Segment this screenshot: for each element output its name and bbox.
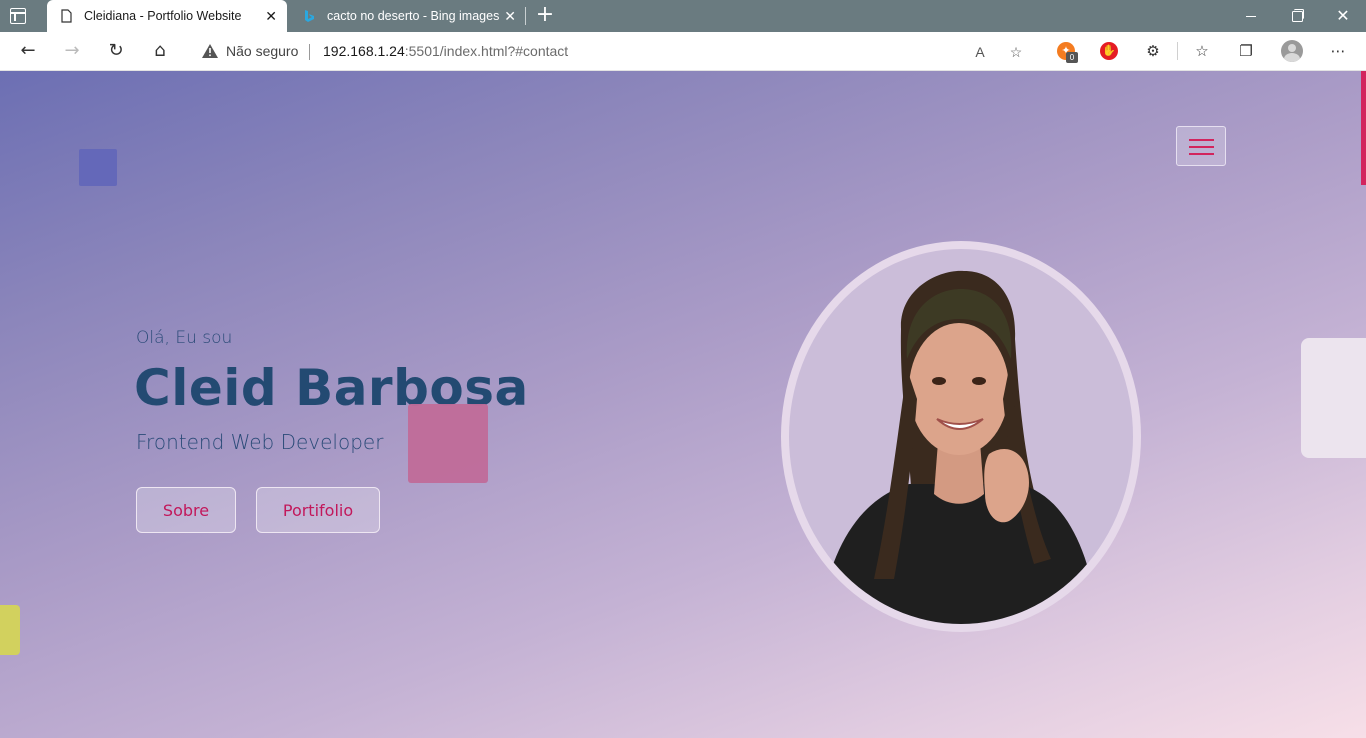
warning-icon (202, 44, 218, 58)
bing-icon (305, 10, 314, 22)
toolbar-divider (1177, 42, 1178, 60)
address-divider (309, 44, 310, 60)
tab-portfolio[interactable]: Cleidiana - Portfolio Website ✕ (47, 0, 287, 32)
add-favorite-icon[interactable]: ☆ (1006, 42, 1026, 62)
home-icon[interactable]: ⌂ (148, 39, 172, 63)
extension-badge: 0 (1066, 52, 1078, 63)
hamburger-menu-button[interactable] (1176, 126, 1226, 166)
portfolio-button[interactable]: Portifolio (256, 487, 380, 533)
decorative-square (79, 149, 117, 186)
close-tab-icon[interactable]: ✕ (504, 8, 516, 24)
restore-icon[interactable] (1274, 0, 1320, 32)
forward-icon[interactable]: → (60, 39, 84, 63)
hero-section: Olá, Eu sou Cleid Barbosa Frontend Web D… (0, 71, 1366, 738)
back-icon[interactable]: ← (16, 39, 40, 63)
collections-icon[interactable]: ❐ (1235, 40, 1257, 62)
tab-bing[interactable]: cacto no deserto - Bing images ✕ (290, 0, 526, 32)
tab-actions-icon[interactable] (10, 8, 26, 24)
security-label[interactable]: Não seguro (226, 43, 298, 59)
refresh-icon[interactable]: ↻ (104, 39, 128, 63)
menu-bar (1189, 153, 1214, 155)
tab-title: Cleidiana - Portfolio Website (84, 9, 242, 23)
url-host: 192.168.1.24 (323, 43, 405, 59)
url-path: :5501/index.html?#contact (404, 43, 569, 59)
browser-tab-bar: Cleidiana - Portfolio Website ✕ cacto no… (0, 0, 1366, 32)
minimize-icon[interactable] (1228, 0, 1274, 32)
menu-bar (1189, 146, 1214, 148)
browser-toolbar: ← → ↻ ⌂ Não seguro 192.168.1.24:5501/ind… (0, 32, 1366, 71)
extensions-puzzle-icon[interactable]: ⚙ (1142, 40, 1164, 62)
read-aloud-icon[interactable]: A (970, 42, 990, 62)
decorative-square (408, 404, 488, 483)
new-tab-icon[interactable]: + (535, 4, 555, 26)
hero-role: Frontend Web Developer (136, 430, 384, 454)
close-tab-icon[interactable]: ✕ (265, 8, 277, 24)
more-menu-icon[interactable]: ⋯ (1327, 40, 1349, 62)
scroll-progress-bar (1361, 71, 1366, 185)
menu-bar (1189, 139, 1214, 141)
about-button[interactable]: Sobre (136, 487, 236, 533)
tab-title: cacto no deserto - Bing images (327, 9, 500, 23)
decorative-shape (0, 605, 20, 655)
adblock-extension-icon[interactable]: ✋ (1100, 42, 1118, 60)
url-text[interactable]: 192.168.1.24:5501/index.html?#contact (323, 43, 568, 59)
page-icon (61, 9, 72, 23)
address-bar[interactable]: Não seguro 192.168.1.24:5501/index.html?… (188, 36, 1036, 67)
profile-avatar[interactable] (1281, 40, 1303, 62)
window-close-icon[interactable]: ✕ (1320, 0, 1366, 32)
person-illustration (819, 270, 1099, 624)
hero-greeting: Olá, Eu sou (136, 328, 233, 348)
tab-divider (525, 7, 526, 25)
decorative-shape (1301, 338, 1366, 458)
profile-photo (789, 249, 1133, 624)
favorites-icon[interactable]: ☆ (1191, 40, 1213, 62)
